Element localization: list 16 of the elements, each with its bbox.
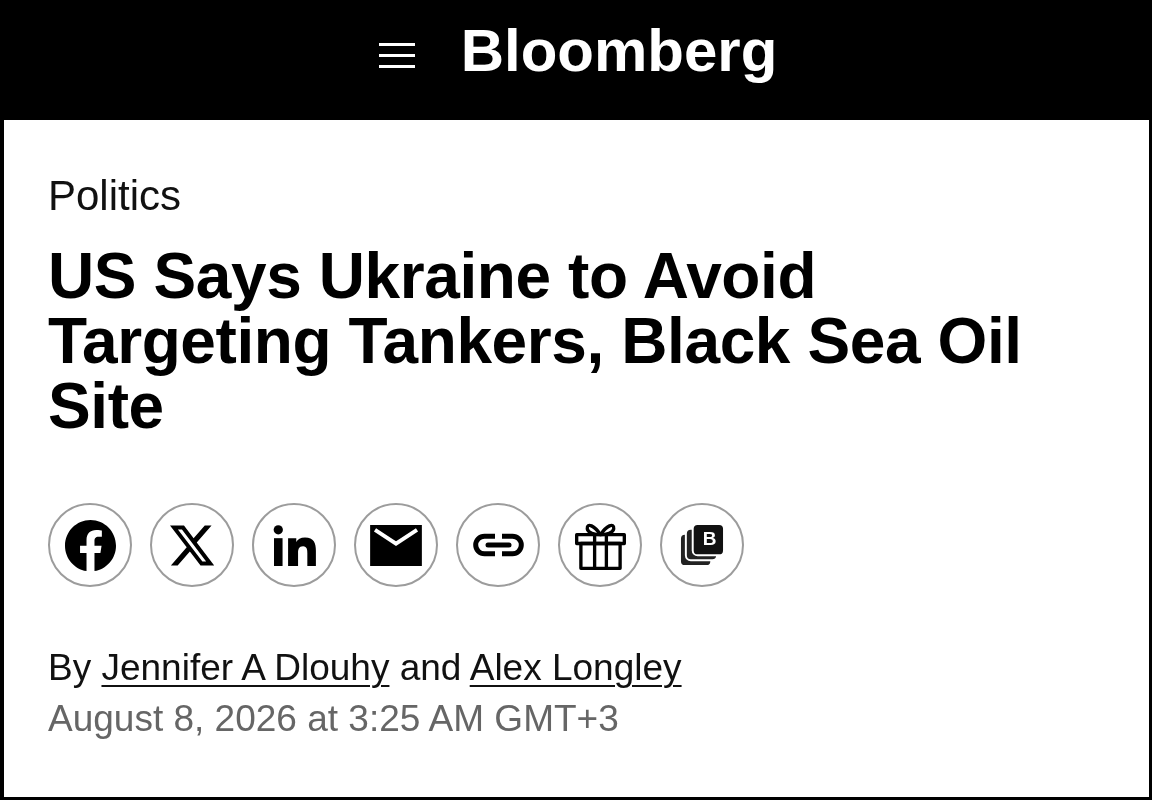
author-link[interactable]: Alex Longley <box>469 647 682 688</box>
chain-link-icon <box>471 533 525 557</box>
facebook-icon <box>64 519 116 571</box>
byline: By Jennifer A Dlouhy and Alex Longley <box>48 646 682 690</box>
section-label[interactable]: Politics <box>48 170 182 222</box>
stacked-tiles-icon <box>679 522 725 568</box>
author-link[interactable]: Jennifer A Dlouhy <box>101 647 390 688</box>
timestamp: August 8, 2026 at 3:25 AM GMT+3 <box>48 697 619 741</box>
logo[interactable]: Bloomberg <box>460 21 778 81</box>
headline: US Says Ukraine to Avoid Targeting Tankers, Black Sea Oil Site <box>48 244 1023 439</box>
tiles-button[interactable]: B <box>660 503 744 587</box>
x-icon <box>170 524 214 566</box>
menu-icon[interactable] <box>378 42 415 68</box>
tile-letter: B <box>701 528 718 549</box>
envelope-icon <box>370 524 422 566</box>
linkedin-icon <box>272 524 316 566</box>
